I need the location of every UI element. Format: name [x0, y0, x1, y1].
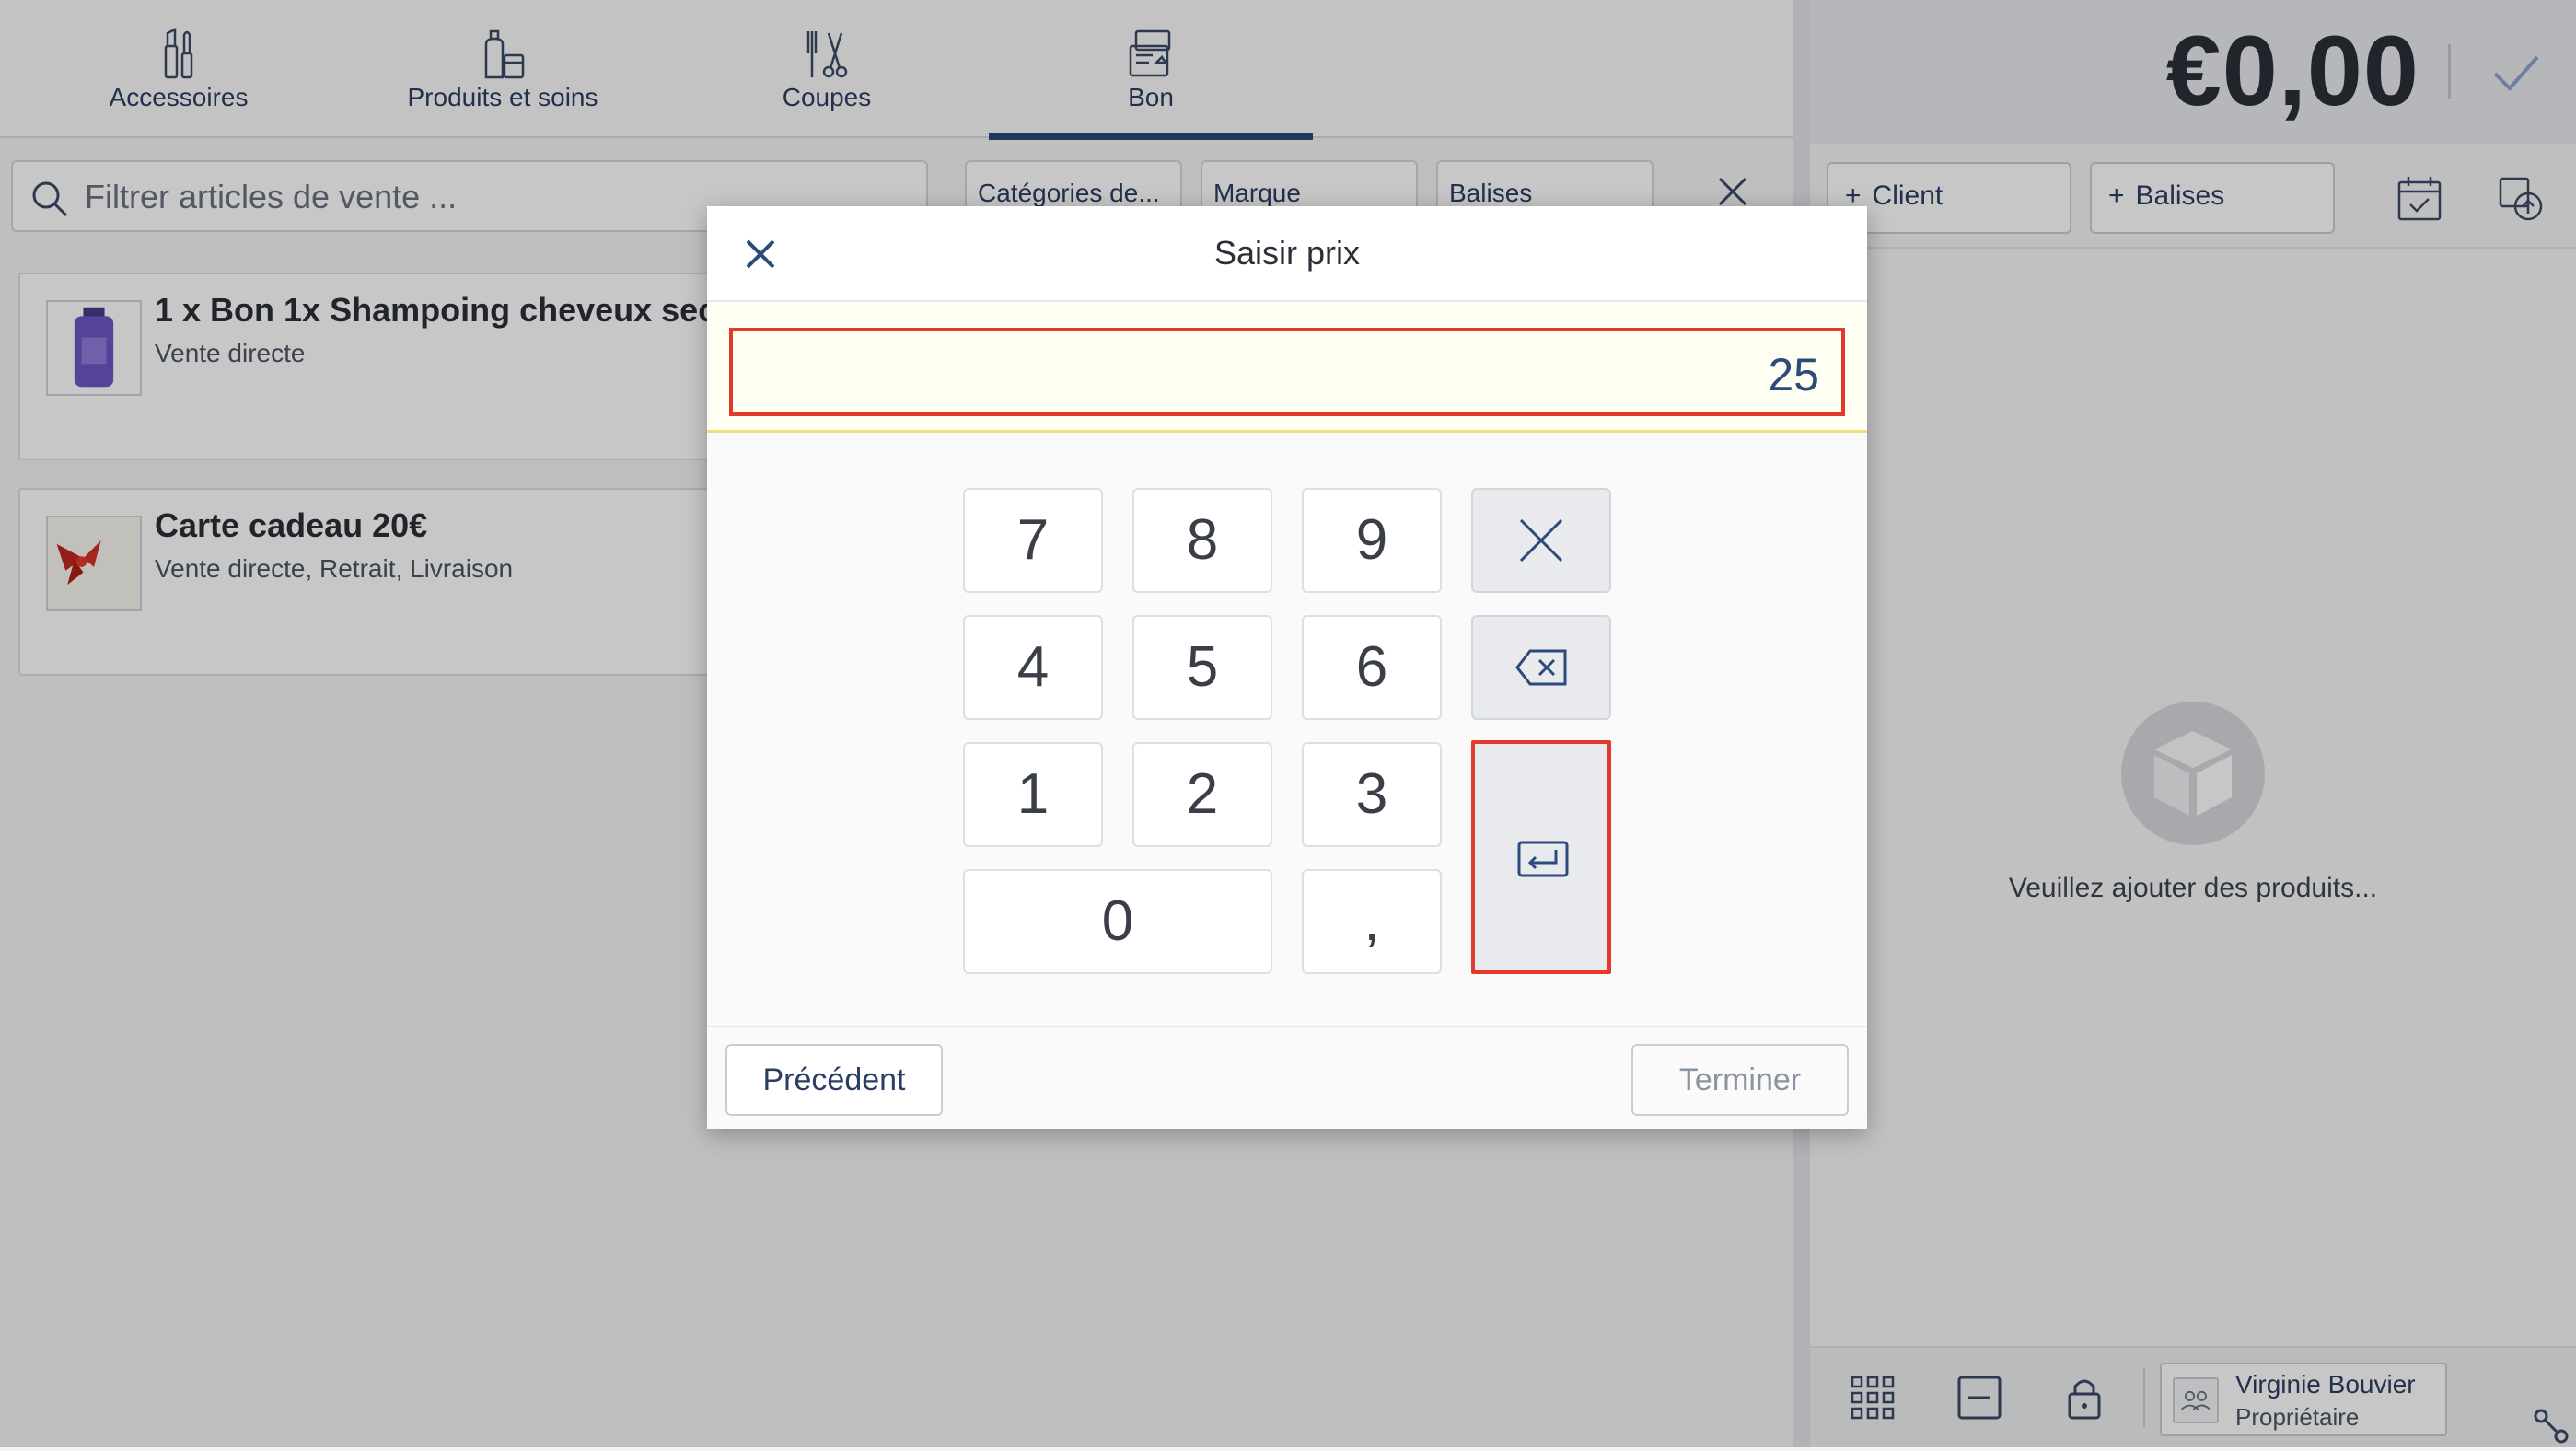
finish-button[interactable]: Terminer	[1631, 1044, 1849, 1116]
price-entry-dialog: Saisir prix 25 7 8 9 4 5 6 1 2 3 0 , Pré…	[707, 206, 1867, 1129]
dialog-title: Saisir prix	[1213, 234, 1361, 272]
price-display-area: 25	[707, 302, 1867, 433]
price-value: 25	[1768, 349, 1819, 400]
previous-button[interactable]: Précédent	[725, 1044, 943, 1116]
enter-key[interactable]	[1471, 740, 1611, 974]
key-2[interactable]: 2	[1132, 742, 1272, 847]
key-8[interactable]: 8	[1132, 488, 1272, 593]
clear-key[interactable]	[1471, 488, 1611, 593]
enter-icon	[1517, 841, 1569, 877]
key-1[interactable]: 1	[963, 742, 1103, 847]
key-6[interactable]: 6	[1302, 615, 1442, 720]
key-4[interactable]: 4	[963, 615, 1103, 720]
key-0[interactable]: 0	[963, 869, 1272, 974]
dialog-header: Saisir prix	[707, 206, 1867, 302]
backspace-icon	[1515, 649, 1567, 686]
key-3[interactable]: 3	[1302, 742, 1442, 847]
key-9[interactable]: 9	[1302, 488, 1442, 593]
key-comma[interactable]: ,	[1302, 869, 1442, 974]
price-input[interactable]: 25	[729, 328, 1845, 416]
key-5[interactable]: 5	[1132, 615, 1272, 720]
key-7[interactable]: 7	[963, 488, 1103, 593]
clear-x-icon	[1519, 518, 1563, 563]
backspace-key[interactable]	[1471, 615, 1611, 720]
dialog-footer: Précédent Terminer	[707, 1026, 1867, 1129]
